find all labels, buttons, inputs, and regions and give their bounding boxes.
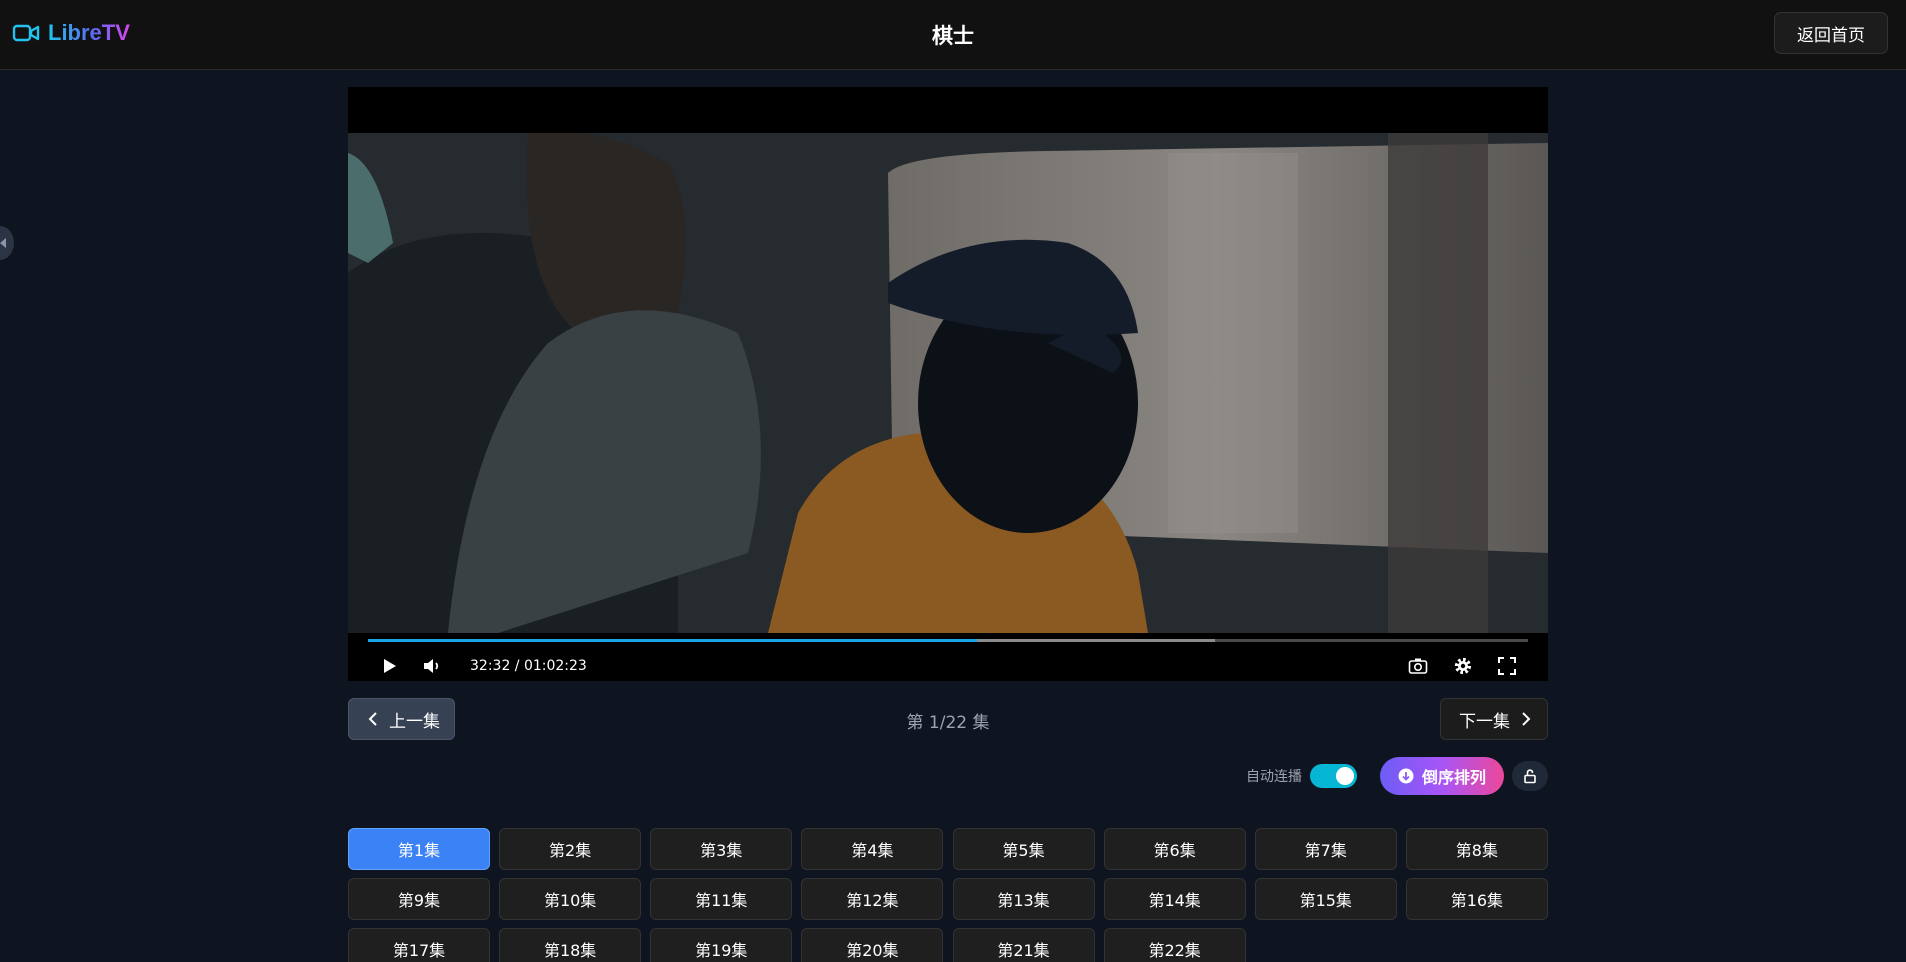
- lock-button[interactable]: [1512, 761, 1548, 791]
- video-player[interactable]: 32:32 / 01:02:23: [348, 87, 1548, 681]
- autoplay-toggle[interactable]: [1310, 764, 1357, 788]
- episode-grid: 第1集 第2集 第3集 第4集 第5集 第6集 第7集 第8集 第9集 第10集 第11集 第12集第…: [348, 828, 1548, 962]
- episode-button[interactable]: 第1集: [348, 828, 490, 870]
- episode-button[interactable]: 第22集: [1103, 928, 1246, 962]
- sort-order-label: 倒序排列: [1421, 768, 1486, 787]
- episode-button[interactable]: 第16集: [1405, 878, 1548, 920]
- episode-button[interactable]: 第20集: [801, 928, 944, 962]
- episode-button[interactable]: 第21集: [952, 928, 1095, 962]
- lock-icon: [1524, 769, 1536, 784]
- episode-button[interactable]: 第11集: [650, 878, 793, 920]
- chevron-right-icon: [1522, 712, 1531, 726]
- episode-button[interactable]: 第14集: [1103, 878, 1246, 920]
- volume-icon: [424, 659, 439, 673]
- episode-button[interactable]: 第18集: [499, 928, 642, 962]
- chevron-left-icon: [368, 712, 377, 726]
- side-collapse-tab[interactable]: [0, 226, 14, 260]
- autoplay-label: 自动连播: [1246, 769, 1302, 785]
- prev-episode-label: 上一集: [389, 711, 440, 732]
- fullscreen-icon: [1498, 657, 1516, 675]
- episode-button[interactable]: 第13集: [952, 878, 1095, 920]
- top-header: LibreTV 棋士 返回首页: [0, 0, 1906, 70]
- arrow-down-circle-icon: [1398, 768, 1414, 784]
- episode-counter: 第 1/22 集: [906, 713, 990, 733]
- play-button[interactable]: [378, 653, 400, 679]
- next-episode-button[interactable]: 下一集: [1440, 698, 1548, 740]
- episode-button[interactable]: 第8集: [1405, 828, 1548, 870]
- episode-button[interactable]: 第9集: [348, 878, 490, 920]
- episode-button[interactable]: 第6集: [1103, 828, 1246, 870]
- episode-button[interactable]: 第19集: [650, 928, 793, 962]
- episode-button[interactable]: 第2集: [499, 828, 642, 870]
- gear-icon: [1454, 657, 1472, 675]
- toggle-knob: [1336, 767, 1354, 785]
- episode-button[interactable]: 第10集: [499, 878, 642, 920]
- home-button[interactable]: 返回首页: [1774, 12, 1888, 54]
- camera-icon: [1408, 658, 1428, 674]
- progress-bar[interactable]: [368, 639, 1528, 642]
- video-frame[interactable]: [348, 133, 1548, 633]
- episode-button[interactable]: 第4集: [801, 828, 944, 870]
- screenshot-button[interactable]: [1407, 653, 1429, 679]
- fullscreen-button[interactable]: [1496, 653, 1518, 679]
- episode-button[interactable]: 第5集: [952, 828, 1095, 870]
- video-scene-image: [348, 133, 1548, 633]
- episode-button[interactable]: 第7集: [1254, 828, 1397, 870]
- episode-button[interactable]: 第3集: [650, 828, 793, 870]
- prev-episode-button[interactable]: 上一集: [348, 698, 455, 740]
- next-episode-label: 下一集: [1459, 711, 1510, 732]
- time-display: 32:32 / 01:02:23: [470, 658, 587, 674]
- progress-played: [368, 639, 977, 642]
- volume-button[interactable]: [421, 653, 443, 679]
- episode-button[interactable]: 第17集: [348, 928, 490, 962]
- episode-button[interactable]: 第15集: [1254, 878, 1397, 920]
- settings-button[interactable]: [1452, 653, 1474, 679]
- page-title: 棋士: [932, 24, 974, 48]
- sort-order-button[interactable]: 倒序排列: [1380, 757, 1504, 795]
- play-icon: [384, 659, 396, 673]
- episode-button[interactable]: 第12集: [801, 878, 944, 920]
